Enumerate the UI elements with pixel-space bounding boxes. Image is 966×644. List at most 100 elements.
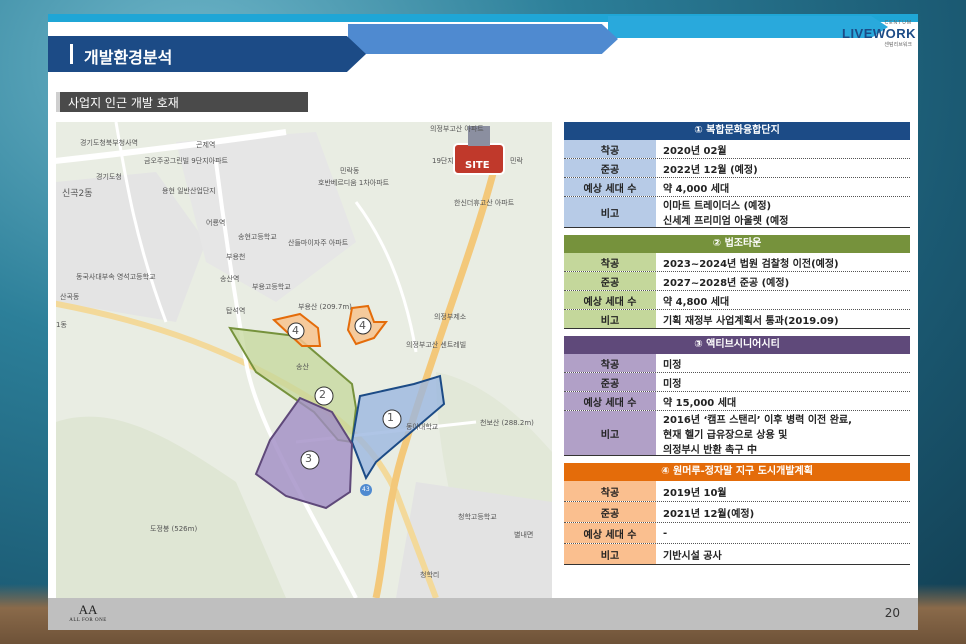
map-label: 용현 일반산업단지 [162, 187, 216, 195]
title-bar [70, 44, 73, 64]
table-law-town: ② 법조타운 착공 2023~2024년 법원 검찰청 이전(예정) 준공 20… [564, 235, 910, 329]
table-row: 비고 이마트 트레이더스 (예정) 신세계 프리미엄 아울렛 (예정 [564, 197, 910, 228]
row-value-line: 이마트 트레이더스 (예정) [663, 201, 772, 212]
development-tables: ① 복합문화융합단지 착공 2020년 02월 준공 2022년 12월 (예정… [564, 122, 910, 572]
row-label: 준공 [564, 502, 657, 522]
zone-label-1: 1 [387, 411, 394, 424]
row-label: 예상 세대 수 [564, 291, 657, 309]
map-label: 천보산 (288.2m) [480, 419, 534, 427]
row-value-line: 2021년 12월(예정) [663, 508, 755, 520]
row-label: 비고 [564, 411, 657, 455]
row-value-line: 2022년 12월 (예정) [663, 164, 758, 176]
table-title: ② 법조타운 [564, 235, 910, 253]
row-value: 2016년 ‘캠프 스탠리’ 이후 병력 이전 완료, 현재 헬기 급유장으로 … [657, 411, 910, 456]
row-value: 이마트 트레이더스 (예정) 신세계 프리미엄 아울렛 (예정 [657, 197, 910, 227]
row-label: 준공 [564, 272, 657, 290]
row-value: 2019년 10월 [657, 481, 910, 501]
row-value: 2020년 02월 [657, 140, 910, 158]
table-row: 예상 세대 수 약 15,000 세대 [564, 392, 910, 411]
row-value-line: 2027~2028년 준공 (예정) [663, 277, 790, 289]
row-label: 비고 [564, 197, 657, 227]
table-row: 착공 미정 [564, 354, 910, 373]
map-label: 송산역 [220, 275, 240, 283]
row-label: 비고 [564, 544, 657, 564]
table-row: 준공 2021년 12월(예정) [564, 502, 910, 523]
row-value: 2023~2024년 법원 검찰청 이전(예정) [657, 253, 910, 271]
map-label: 동아대학교 [406, 423, 439, 431]
map-label: 민락 [510, 157, 523, 165]
map-label: 도정봉 (526m) [150, 525, 198, 533]
map-label: 한신더휴고산 아파트 [454, 199, 515, 207]
row-value-line: 기반시설 공사 [663, 550, 722, 562]
map-label: 금오주공그린빌 9단지아파트 [144, 157, 228, 165]
row-value: 약 4,000 세대 [657, 178, 910, 196]
table-complex: ① 복합문화융합단지 착공 2020년 02월 준공 2022년 12월 (예정… [564, 122, 910, 228]
map-label: 산곡동 [60, 293, 80, 301]
row-label: 비고 [564, 310, 657, 328]
map-label: 부용천 [226, 253, 246, 261]
row-value-line: 2023~2024년 법원 검찰청 이전(예정) [663, 258, 839, 270]
row-value: 2022년 12월 (예정) [657, 159, 910, 177]
table-row: 착공 2023~2024년 법원 검찰청 이전(예정) [564, 253, 910, 272]
map-label: 호반베르디움 1차아파트 [318, 179, 390, 187]
row-value-line: 약 4,800 세대 [663, 296, 730, 308]
map-label: 민락동 [340, 167, 360, 175]
map-label: 의정부고산 센트레빌 [406, 341, 467, 349]
row-value: 약 15,000 세대 [657, 392, 910, 410]
row-value-line: - [663, 527, 668, 539]
table-row: 준공 2027~2028년 준공 (예정) [564, 272, 910, 291]
row-value-line: 2020년 02월 [663, 145, 727, 157]
row-label: 착공 [564, 481, 657, 501]
row-label: 착공 [564, 140, 657, 158]
table-row: 예상 세대 수 약 4,000 세대 [564, 178, 910, 197]
map-label: 송현고등학교 [238, 233, 277, 241]
map-label: 신곡2동 [62, 189, 93, 199]
zone-label-4b: 4 [359, 319, 366, 332]
page-title: 개발환경분석 [84, 48, 173, 67]
footer-bar [48, 598, 918, 630]
row-label: 준공 [564, 373, 657, 391]
row-value: 약 4,800 세대 [657, 291, 910, 309]
row-value: 기반시설 공사 [657, 544, 910, 564]
development-map: 1 2 3 4 4 SITE 43 경기도청북부청사역 곤제역 금오주공그린빌 … [56, 122, 552, 598]
map-svg [56, 122, 552, 598]
row-label: 착공 [564, 253, 657, 271]
row-value-line: 현재 헬기 급유장으로 상용 및 [663, 429, 788, 441]
row-value-line: 신세계 프리미엄 아울렛 (예정 [663, 216, 789, 227]
row-value-line: 의정부시 반환 촉구 中 [663, 444, 758, 456]
section-subtitle: 사업지 인근 개발 호재 [68, 96, 179, 110]
brand-logo: CENTUM LIVEWORK 센텀리브워크 [842, 20, 917, 48]
table-row: 비고 기반시설 공사 [564, 544, 910, 565]
table-row: 비고 2016년 ‘캠프 스탠리’ 이후 병력 이전 완료, 현재 헬기 급유장… [564, 411, 910, 456]
table-title: ④ 원머루-정자말 지구 도시개발계획 [564, 463, 910, 481]
page-number: 20 [884, 606, 900, 620]
row-value: 미정 [657, 354, 910, 372]
map-label: 동국사대부속 영석고등학교 [76, 273, 156, 281]
zone-label-3: 3 [305, 452, 312, 465]
table-row: 예상 세대 수 약 4,800 세대 [564, 291, 910, 310]
map-label: 의정부제소 [434, 313, 467, 321]
logo-main-text: LIVEWORK [842, 26, 917, 41]
row-value-line: 기획 재정부 사업계획서 통과(2019.09) [663, 315, 839, 327]
footer-logo-mark: AA [78, 602, 98, 617]
map-label: 부용산 (209.7m) [298, 303, 352, 311]
table-row: 준공 2022년 12월 (예정) [564, 159, 910, 178]
row-label: 예상 세대 수 [564, 392, 657, 410]
map-label: 청학고등학교 [458, 513, 497, 521]
row-value: 2027~2028년 준공 (예정) [657, 272, 910, 290]
footer-logo-text: ALL FOR ONE [69, 618, 107, 623]
map-label: 의정부고산 아파트 [430, 125, 484, 133]
row-value-line: 미정 [663, 359, 682, 371]
banner-mid [348, 24, 618, 54]
row-value-line: 약 15,000 세대 [663, 397, 737, 409]
row-value: 기획 재정부 사업계획서 통과(2019.09) [657, 310, 910, 328]
row-value-line: 2016년 ‘캠프 스탠리’ 이후 병력 이전 완료, [663, 414, 852, 426]
row-label: 예상 세대 수 [564, 178, 657, 196]
row-label: 착공 [564, 354, 657, 372]
map-label: 어룡역 [206, 219, 226, 227]
map-label: 곤제역 [196, 141, 216, 149]
row-label: 준공 [564, 159, 657, 177]
subtitle-accent [56, 92, 60, 112]
map-label: 청학리 [420, 571, 440, 579]
map-label: 송산 [296, 363, 309, 371]
